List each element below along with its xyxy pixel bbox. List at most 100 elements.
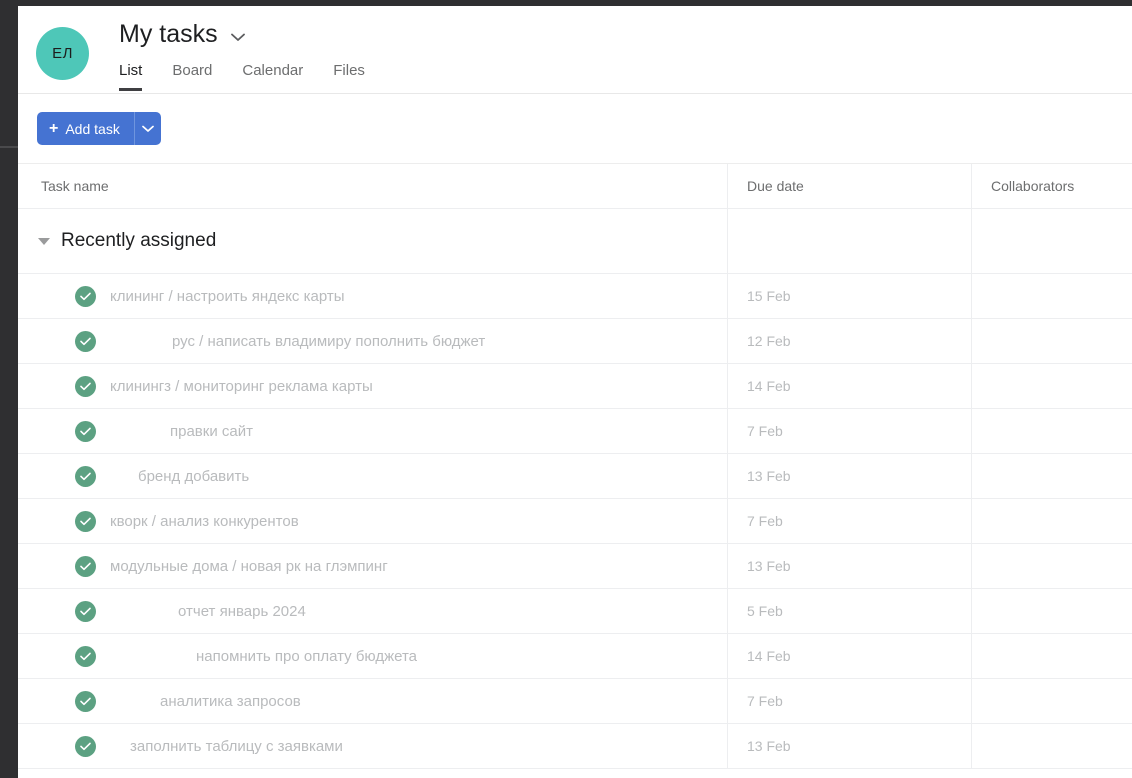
task-collaborators-cell[interactable] bbox=[971, 409, 1132, 453]
tab-calendar[interactable]: Calendar bbox=[242, 62, 303, 91]
add-task-dropdown-button[interactable] bbox=[133, 112, 161, 145]
section-title: Recently assigned bbox=[61, 230, 217, 251]
task-complete-check-icon[interactable] bbox=[75, 645, 96, 667]
task-name-cell[interactable]: правки сайт bbox=[18, 409, 727, 453]
task-name-label: заполнить таблицу с заявками bbox=[130, 737, 343, 755]
task-due-date-cell[interactable]: 15 Feb bbox=[727, 274, 971, 318]
task-rows: клининг / настроить яндекс карты 15 Feb ру… bbox=[18, 274, 1132, 769]
task-collaborators-cell[interactable] bbox=[971, 589, 1132, 633]
table-row[interactable]: кворк / анализ конкурентов 7 Feb bbox=[18, 499, 1132, 544]
table-row[interactable]: клинингз / мониторинг реклама карты 14 Fe… bbox=[18, 364, 1132, 409]
table-row[interactable]: клининг / настроить яндекс карты 15 Feb bbox=[18, 274, 1132, 319]
table-row[interactable]: рус / написать владимиру пополнить бюдже… bbox=[18, 319, 1132, 364]
task-name-label: бренд добавить bbox=[138, 467, 250, 485]
task-table: Task name Due date Collaborators Recentl… bbox=[18, 164, 1132, 769]
column-header-due-date[interactable]: Due date bbox=[727, 164, 971, 208]
task-complete-check-icon[interactable] bbox=[75, 465, 96, 487]
task-name-label: аналитика запросов bbox=[160, 692, 301, 710]
table-row[interactable]: бренд добавить 13 Feb bbox=[18, 454, 1132, 499]
task-due-date-cell[interactable]: 12 Feb bbox=[727, 319, 971, 363]
task-name-cell[interactable]: аналитика запросов bbox=[18, 679, 727, 723]
task-name-cell[interactable]: кворк / анализ конкурентов bbox=[18, 499, 727, 543]
avatar[interactable]: ЕЛ bbox=[36, 27, 89, 80]
table-row[interactable]: напомнить про оплату бюджета 14 Feb bbox=[18, 634, 1132, 679]
task-due-date-cell[interactable]: 7 Feb bbox=[727, 499, 971, 543]
task-name-label: клинингз / мониторинг реклама карты bbox=[110, 377, 373, 395]
task-collaborators-cell[interactable] bbox=[971, 364, 1132, 408]
triangle-down-icon[interactable] bbox=[38, 237, 50, 245]
task-collaborators-cell[interactable] bbox=[971, 319, 1132, 363]
task-due-date-label: 7 Feb bbox=[747, 513, 783, 529]
table-header-row: Task name Due date Collaborators bbox=[18, 164, 1132, 209]
task-complete-check-icon[interactable] bbox=[75, 420, 96, 442]
task-due-date-label: 7 Feb bbox=[747, 693, 783, 709]
task-collaborators-cell[interactable] bbox=[971, 679, 1132, 723]
task-due-date-cell[interactable]: 7 Feb bbox=[727, 409, 971, 453]
column-header-task-name[interactable]: Task name bbox=[18, 164, 727, 208]
task-name-label: клининг / настроить яндекс карты bbox=[110, 287, 345, 305]
task-name-label: кворк / анализ конкурентов bbox=[110, 512, 299, 530]
task-name-label: рус / написать владимиру пополнить бюдже… bbox=[172, 332, 486, 350]
table-row[interactable]: модульные дома / новая рк на глэмпинг 13 … bbox=[18, 544, 1132, 589]
task-due-date-cell[interactable]: 13 Feb bbox=[727, 544, 971, 588]
task-due-date-label: 5 Feb bbox=[747, 603, 783, 619]
section-due-cell bbox=[727, 209, 971, 273]
task-name-cell[interactable]: бренд добавить bbox=[18, 454, 727, 498]
task-name-label: отчет январь 2024 bbox=[178, 602, 306, 620]
section-collaborators-cell bbox=[971, 209, 1132, 273]
task-collaborators-cell[interactable] bbox=[971, 724, 1132, 768]
add-task-label: Add task bbox=[65, 120, 120, 137]
tab-list[interactable]: List bbox=[119, 62, 143, 91]
task-collaborators-cell[interactable] bbox=[971, 274, 1132, 318]
table-row[interactable]: заполнить таблицу с заявками 13 Feb bbox=[18, 724, 1132, 769]
task-due-date-cell[interactable]: 14 Feb bbox=[727, 634, 971, 678]
chevron-down-icon bbox=[141, 125, 154, 132]
task-name-cell[interactable]: отчет январь 2024 bbox=[18, 589, 727, 633]
task-due-date-label: 7 Feb bbox=[747, 423, 783, 439]
add-task-button[interactable]: + Add task bbox=[37, 112, 134, 145]
task-collaborators-cell[interactable] bbox=[971, 634, 1132, 678]
task-name-cell[interactable]: напомнить про оплату бюджета bbox=[18, 634, 727, 678]
task-due-date-label: 13 Feb bbox=[747, 738, 791, 754]
task-due-date-cell[interactable]: 14 Feb bbox=[727, 364, 971, 408]
add-task-split-button: + Add task bbox=[37, 112, 161, 145]
task-complete-check-icon[interactable] bbox=[75, 330, 96, 352]
task-due-date-cell[interactable]: 13 Feb bbox=[727, 724, 971, 768]
app-root: ЕЛ My tasks List Board Calendar Files + … bbox=[0, 0, 1132, 778]
task-due-date-label: 12 Feb bbox=[747, 333, 791, 349]
task-due-date-cell[interactable]: 7 Feb bbox=[727, 679, 971, 723]
table-row[interactable]: аналитика запросов 7 Feb bbox=[18, 679, 1132, 724]
task-name-label: модульные дома / новая рк на глэмпинг bbox=[110, 557, 388, 575]
table-row[interactable]: отчет январь 2024 5 Feb bbox=[18, 589, 1132, 634]
sidebar-divider bbox=[0, 146, 18, 148]
task-complete-check-icon[interactable] bbox=[75, 375, 96, 397]
task-name-cell[interactable]: клининг / настроить яндекс карты bbox=[18, 274, 727, 318]
table-row[interactable]: правки сайт 7 Feb bbox=[18, 409, 1132, 454]
task-complete-check-icon[interactable] bbox=[75, 600, 96, 622]
task-name-label: напомнить про оплату бюджета bbox=[196, 647, 418, 665]
tab-board[interactable]: Board bbox=[172, 62, 212, 91]
task-name-cell[interactable]: заполнить таблицу с заявками bbox=[18, 724, 727, 768]
task-complete-check-icon[interactable] bbox=[75, 735, 96, 757]
task-collaborators-cell[interactable] bbox=[971, 544, 1132, 588]
chevron-down-icon[interactable] bbox=[230, 33, 245, 42]
task-due-date-label: 13 Feb bbox=[747, 558, 791, 574]
task-complete-check-icon[interactable] bbox=[75, 690, 96, 712]
task-due-date-label: 14 Feb bbox=[747, 378, 791, 394]
task-collaborators-cell[interactable] bbox=[971, 454, 1132, 498]
task-complete-check-icon[interactable] bbox=[75, 555, 96, 577]
task-name-cell[interactable]: рус / написать владимиру пополнить бюдже… bbox=[18, 319, 727, 363]
column-header-collaborators[interactable]: Collaborators bbox=[971, 164, 1132, 208]
task-collaborators-cell[interactable] bbox=[971, 499, 1132, 543]
task-name-cell[interactable]: модульные дома / новая рк на глэмпинг bbox=[18, 544, 727, 588]
sidebar-collapsed-strip[interactable] bbox=[0, 0, 18, 778]
tab-files[interactable]: Files bbox=[333, 62, 365, 91]
task-due-date-label: 13 Feb bbox=[747, 468, 791, 484]
task-complete-check-icon[interactable] bbox=[75, 510, 96, 532]
task-due-date-cell[interactable]: 5 Feb bbox=[727, 589, 971, 633]
task-name-cell[interactable]: клинингз / мониторинг реклама карты bbox=[18, 364, 727, 408]
section-row-recently-assigned: Recently assigned bbox=[18, 209, 1132, 274]
task-complete-check-icon[interactable] bbox=[75, 285, 96, 307]
page-title: My tasks bbox=[119, 20, 218, 48]
task-due-date-cell[interactable]: 13 Feb bbox=[727, 454, 971, 498]
